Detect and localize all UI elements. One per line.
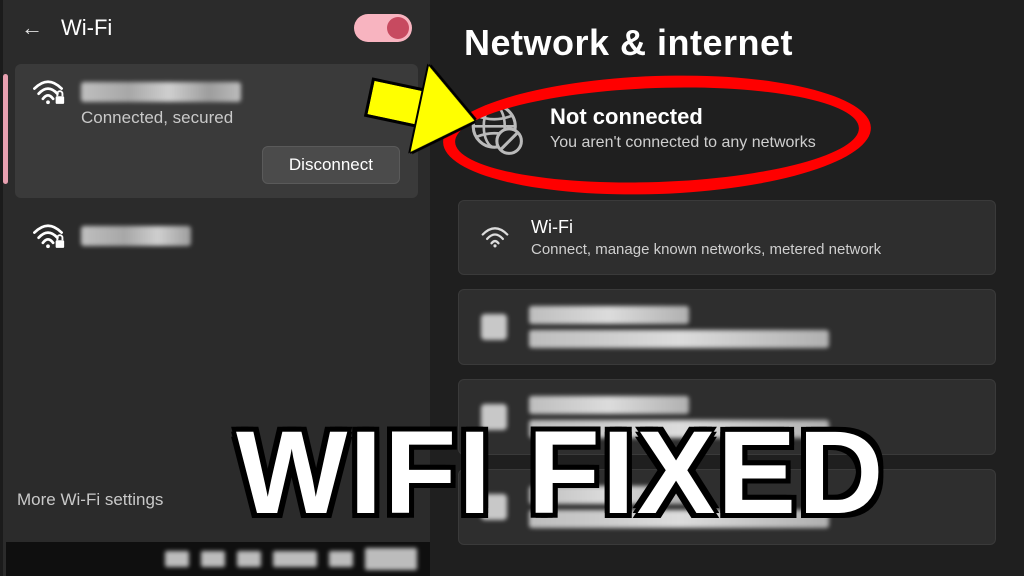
wifi-secure-icon (31, 222, 65, 250)
more-wifi-settings-link[interactable]: More Wi-Fi settings (17, 480, 163, 520)
wifi-secure-icon (31, 78, 65, 106)
network-status-text: Connected, secured (81, 108, 402, 128)
thumbnail-stage: ← Wi-Fi Connected, secured Disconnec (0, 0, 1024, 576)
settings-row-title: Wi-Fi (531, 217, 881, 238)
selected-indicator (3, 74, 8, 184)
wifi-header: ← Wi-Fi (3, 0, 430, 56)
available-network-item[interactable] (15, 212, 418, 260)
tray-item-redacted (201, 551, 225, 567)
back-icon[interactable]: ← (21, 15, 43, 41)
row-title-redacted (529, 306, 689, 324)
thumbnail-caption: WIFI FIXED (236, 414, 885, 532)
status-text: Not connected You aren't connected to an… (550, 104, 816, 152)
tray-clock-redacted (365, 548, 417, 570)
row-icon-redacted (481, 314, 507, 340)
disconnect-button[interactable]: Disconnect (262, 146, 400, 184)
settings-row-wifi[interactable]: Wi-Fi Connect, manage known networks, me… (458, 200, 996, 275)
wifi-toggle-thumb (387, 17, 409, 39)
network-name-redacted (81, 226, 191, 246)
page-title: Network & internet (464, 22, 996, 64)
network-row (31, 78, 402, 106)
row-subtitle-redacted (529, 330, 829, 348)
settings-row-text: Wi-Fi Connect, manage known networks, me… (531, 217, 881, 258)
wifi-toggle[interactable] (354, 14, 412, 42)
tray-item-redacted (165, 551, 189, 567)
globe-disconnected-icon (468, 100, 524, 156)
wifi-icon (481, 227, 509, 249)
status-subtitle: You aren't connected to any networks (550, 134, 816, 152)
status-title: Not connected (550, 104, 816, 130)
connected-network-card[interactable]: Connected, secured Disconnect (15, 64, 418, 198)
settings-row-subtitle: Connect, manage known networks, metered … (531, 241, 881, 258)
tray-item-redacted (237, 551, 261, 567)
tray-item-redacted (273, 551, 317, 567)
taskbar-tray (6, 542, 433, 576)
network-name-redacted (81, 82, 241, 102)
network-status-block: Not connected You aren't connected to an… (458, 90, 996, 186)
tray-item-redacted (329, 551, 353, 567)
wifi-panel-title: Wi-Fi (61, 15, 112, 41)
settings-row-redacted[interactable] (458, 289, 996, 365)
